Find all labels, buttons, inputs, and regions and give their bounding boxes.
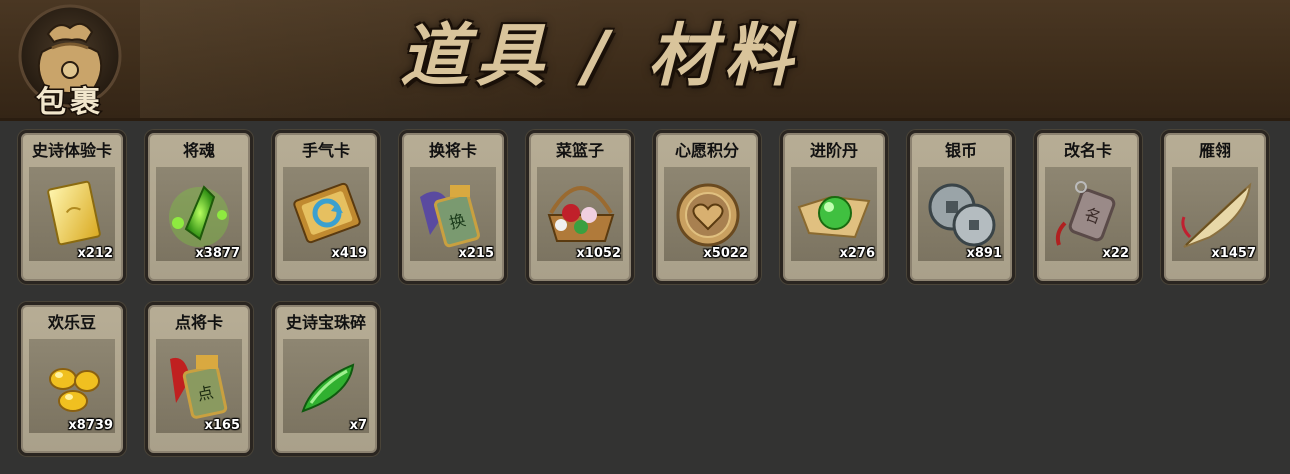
item-name: 心愿积分	[674, 141, 739, 160]
item-count: x419	[331, 246, 367, 261]
item-count: x891	[966, 246, 1002, 261]
item-slot: 点 x165	[156, 339, 242, 433]
item-slot: x1457	[1172, 167, 1258, 261]
item-card[interactable]: 进阶丹 x276	[780, 130, 888, 284]
item-slot: x7	[283, 339, 369, 433]
item-card[interactable]: 史诗宝珠碎 x7	[272, 302, 380, 456]
item-card[interactable]: 心愿积分 x5022	[653, 130, 761, 284]
item-count: x5022	[703, 246, 748, 261]
item-slot: x212	[29, 167, 115, 261]
item-card[interactable]: 史诗体验卡 x212	[18, 130, 126, 284]
page-title: 道具 / 材料	[400, 17, 801, 96]
item-card[interactable]: 欢乐豆 x8739	[18, 302, 126, 456]
item-count: x212	[77, 246, 113, 261]
item-name: 雁翎	[1198, 141, 1231, 160]
item-card[interactable]: 菜篮子 x1052	[526, 130, 634, 284]
item-name: 点将卡	[174, 313, 223, 332]
item-slot: x891	[918, 167, 1004, 261]
item-count: x3877	[195, 246, 240, 261]
item-slot: 换 x215	[410, 167, 496, 261]
item-name: 银币	[944, 141, 977, 160]
item-count: x215	[458, 246, 494, 261]
item-card[interactable]: 换将卡换 x215	[399, 130, 507, 284]
item-card[interactable]: 改名卡名 x22	[1034, 130, 1142, 284]
item-count: x276	[839, 246, 875, 261]
item-card[interactable]: 将魂 x3877	[145, 130, 253, 284]
item-count: x8739	[68, 418, 113, 433]
item-slot: x3877	[156, 167, 242, 261]
item-card[interactable]: 银币 x891	[907, 130, 1015, 284]
item-name: 换将卡	[428, 141, 477, 160]
item-count: x1052	[576, 246, 621, 261]
item-card[interactable]: 手气卡 x419	[272, 130, 380, 284]
inventory-header: 包裹 道具 / 材料	[0, 0, 1290, 121]
item-card[interactable]: 雁翎 x1457	[1161, 130, 1269, 284]
item-slot: x1052	[537, 167, 623, 261]
item-name: 手气卡	[301, 141, 350, 160]
item-count: x7	[349, 418, 367, 433]
item-name: 改名卡	[1063, 141, 1112, 160]
item-slot: x419	[283, 167, 369, 261]
bag-label: 包裹	[36, 85, 104, 116]
item-count: x165	[204, 418, 240, 433]
item-count: x1457	[1211, 246, 1256, 261]
item-name: 史诗体验卡	[31, 141, 112, 160]
item-slot: x8739	[29, 339, 115, 433]
bag-icon[interactable]: 包裹	[8, 4, 136, 116]
item-slot: x276	[791, 167, 877, 261]
item-name: 进阶丹	[809, 141, 858, 160]
item-slot: 名 x22	[1045, 167, 1131, 261]
item-card[interactable]: 点将卡点 x165	[145, 302, 253, 456]
item-count: x22	[1102, 246, 1129, 261]
item-name: 史诗宝珠碎	[285, 313, 366, 332]
item-name: 欢乐豆	[47, 313, 96, 332]
item-slot: x5022	[664, 167, 750, 261]
item-name: 将魂	[182, 141, 215, 160]
item-name: 菜篮子	[555, 141, 604, 160]
